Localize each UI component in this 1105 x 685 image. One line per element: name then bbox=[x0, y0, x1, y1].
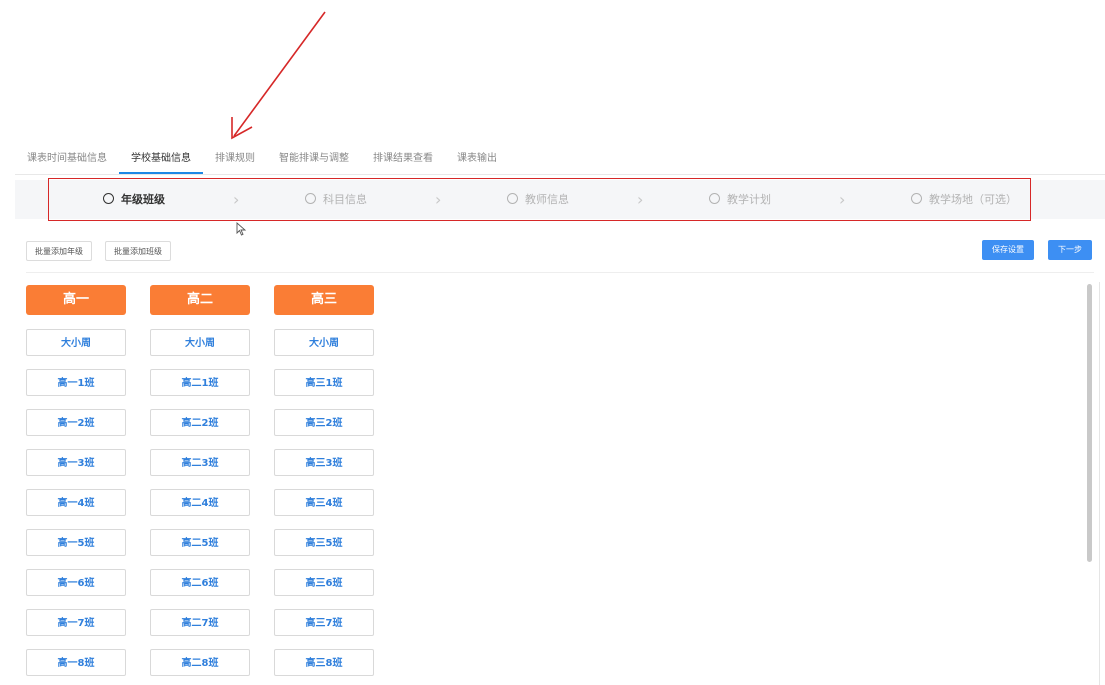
batch-add-grade-button[interactable]: 批量添加年级 bbox=[26, 241, 92, 261]
mouse-cursor-icon bbox=[236, 222, 247, 236]
class-cell[interactable]: 高一6班 bbox=[26, 569, 126, 596]
chevron-right-icon: › bbox=[435, 190, 442, 209]
grade-header[interactable]: 高三 bbox=[274, 285, 374, 315]
class-cell[interactable]: 高三4班 bbox=[274, 489, 374, 516]
class-cell[interactable]: 高三6班 bbox=[274, 569, 374, 596]
chevron-right-icon: › bbox=[233, 190, 240, 209]
tab-schedule-time[interactable]: 课表时间基础信息 bbox=[15, 142, 119, 174]
chevron-right-icon: › bbox=[637, 190, 644, 209]
class-cell[interactable]: 高二1班 bbox=[150, 369, 250, 396]
step-circle-icon bbox=[911, 193, 922, 204]
panel-edge bbox=[1099, 282, 1100, 685]
tab-output[interactable]: 课表输出 bbox=[445, 142, 509, 174]
week-type-cell[interactable]: 大小周 bbox=[150, 329, 250, 356]
tab-smart-scheduling[interactable]: 智能排课与调整 bbox=[267, 142, 361, 174]
class-cell[interactable]: 高一5班 bbox=[26, 529, 126, 556]
action-bar: 批量添加年级 批量添加班级 保存设置 下一步 bbox=[26, 240, 1094, 273]
class-cell[interactable]: 高二7班 bbox=[150, 609, 250, 636]
week-type-cell[interactable]: 大小周 bbox=[274, 329, 374, 356]
step-circle-icon bbox=[709, 193, 720, 204]
tab-results[interactable]: 排课结果查看 bbox=[361, 142, 445, 174]
class-cell[interactable]: 高三3班 bbox=[274, 449, 374, 476]
step-label: 科目信息 bbox=[323, 193, 367, 206]
class-cell[interactable]: 高一3班 bbox=[26, 449, 126, 476]
class-cell[interactable]: 高一1班 bbox=[26, 369, 126, 396]
tab-school-info[interactable]: 学校基础信息 bbox=[119, 142, 203, 174]
step-label: 年级班级 bbox=[121, 193, 165, 206]
grade-column: 高二 大小周 高二1班 高二2班 高二3班 高二4班 高二5班 高二6班 高二7… bbox=[150, 285, 250, 676]
step-circle-icon bbox=[103, 193, 114, 204]
grade-header[interactable]: 高一 bbox=[26, 285, 126, 315]
class-cell[interactable]: 高二6班 bbox=[150, 569, 250, 596]
scrollbar-thumb[interactable] bbox=[1087, 284, 1092, 562]
step-teaching-plan[interactable]: 教学计划 bbox=[709, 180, 771, 219]
next-step-button[interactable]: 下一步 bbox=[1048, 240, 1092, 260]
class-cell[interactable]: 高一8班 bbox=[26, 649, 126, 676]
class-cell[interactable]: 高一7班 bbox=[26, 609, 126, 636]
class-cell[interactable]: 高三5班 bbox=[274, 529, 374, 556]
step-label: 教学场地（可选） bbox=[929, 193, 1017, 206]
class-cell[interactable]: 高三1班 bbox=[274, 369, 374, 396]
grade-column: 高三 大小周 高三1班 高三2班 高三3班 高三4班 高三5班 高三6班 高三7… bbox=[274, 285, 374, 676]
step-venues[interactable]: 教学场地（可选） bbox=[911, 180, 1017, 219]
class-cell[interactable]: 高二3班 bbox=[150, 449, 250, 476]
class-cell[interactable]: 高三8班 bbox=[274, 649, 374, 676]
step-grade-class[interactable]: 年级班级 bbox=[103, 180, 165, 219]
tab-rules[interactable]: 排课规则 bbox=[203, 142, 267, 174]
step-circle-icon bbox=[507, 193, 518, 204]
step-subjects[interactable]: 科目信息 bbox=[305, 180, 367, 219]
grade-header[interactable]: 高二 bbox=[150, 285, 250, 315]
step-circle-icon bbox=[305, 193, 316, 204]
class-cell[interactable]: 高三7班 bbox=[274, 609, 374, 636]
class-cell[interactable]: 高二5班 bbox=[150, 529, 250, 556]
class-cell[interactable]: 高一4班 bbox=[26, 489, 126, 516]
chevron-right-icon: › bbox=[839, 190, 846, 209]
top-tabs: 课表时间基础信息 学校基础信息 排课规则 智能排课与调整 排课结果查看 课表输出 bbox=[15, 142, 1105, 175]
save-settings-button[interactable]: 保存设置 bbox=[982, 240, 1034, 260]
grade-column: 高一 大小周 高一1班 高一2班 高一3班 高一4班 高一5班 高一6班 高一7… bbox=[26, 285, 126, 676]
step-bar: 年级班级 › 科目信息 › 教师信息 › 教学计划 › 教学场地（可选） bbox=[15, 180, 1105, 219]
class-cell[interactable]: 高二8班 bbox=[150, 649, 250, 676]
batch-add-class-button[interactable]: 批量添加班级 bbox=[105, 241, 171, 261]
class-cell[interactable]: 高一2班 bbox=[26, 409, 126, 436]
class-cell[interactable]: 高二2班 bbox=[150, 409, 250, 436]
step-label: 教学计划 bbox=[727, 193, 771, 206]
step-teachers[interactable]: 教师信息 bbox=[507, 180, 569, 219]
step-label: 教师信息 bbox=[525, 193, 569, 206]
class-cell[interactable]: 高二4班 bbox=[150, 489, 250, 516]
class-cell[interactable]: 高三2班 bbox=[274, 409, 374, 436]
week-type-cell[interactable]: 大小周 bbox=[26, 329, 126, 356]
